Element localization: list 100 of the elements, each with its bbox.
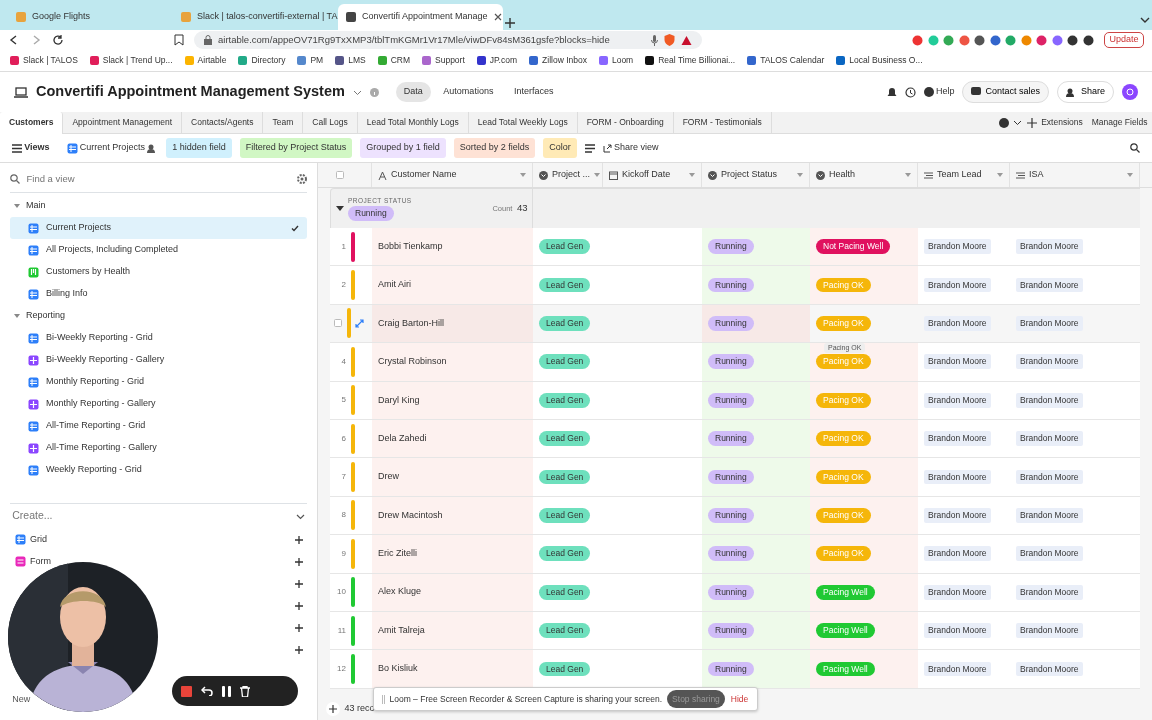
table-tab[interactable]: Contacts/Agents — [182, 111, 264, 134]
bookmark[interactable]: LMS — [335, 54, 366, 67]
extension-icon[interactable] — [974, 34, 986, 46]
settings-icon[interactable] — [297, 174, 307, 185]
customer-name: Drew — [372, 458, 533, 497]
browser-tab[interactable]: Convertifi Appointment Manage — [338, 4, 503, 30]
column-header[interactable]: Project ... — [533, 163, 603, 187]
view-item[interactable]: All Projects, Including Completed — [10, 239, 307, 261]
extension-icon[interactable] — [1082, 34, 1094, 46]
row-height-icon[interactable] — [584, 143, 595, 153]
section-header[interactable]: Reporting — [10, 305, 307, 327]
share-button[interactable]: Share — [1056, 81, 1114, 103]
view-filter-button[interactable]: Filtered by Project Status — [239, 138, 353, 158]
column-header[interactable]: ISA — [1010, 163, 1140, 187]
table-tab[interactable]: Lead Total Monthly Logs — [357, 111, 469, 134]
contact-sales-button[interactable]: Contact sales — [962, 81, 1049, 103]
add-icon[interactable] — [294, 645, 303, 654]
create-view-label[interactable]: Grid — [30, 532, 47, 547]
browser-tab[interactable]: Google Flights — [8, 4, 173, 30]
reload-icon[interactable] — [52, 34, 64, 46]
view-filter-button[interactable]: Sorted by 2 fields — [453, 138, 536, 158]
bookmark[interactable]: Real Time Billionai... — [645, 54, 736, 67]
caret-icon[interactable] — [335, 205, 344, 212]
add-icon[interactable] — [1026, 117, 1037, 128]
view-item[interactable]: Bi-Weekly Reporting - Gallery — [10, 349, 307, 371]
column-header[interactable]: Project Status — [702, 163, 810, 187]
view-filter-button[interactable]: Color — [543, 138, 577, 158]
browser-tab[interactable]: Slack | talos-convertifi-external | TA — [173, 4, 338, 30]
bookmark[interactable]: CRM — [377, 54, 410, 67]
view-item[interactable]: All-Time Reporting - Gallery — [10, 437, 307, 459]
undo-icon[interactable] — [201, 686, 213, 696]
view-filter-button[interactable]: 1 hidden field — [166, 138, 232, 158]
column-header[interactable]: Team Lead — [918, 163, 1010, 187]
view-item[interactable]: Customers by Health — [10, 261, 307, 283]
bookmark[interactable]: Directory — [238, 54, 286, 67]
view-item[interactable]: Weekly Reporting - Grid — [10, 459, 307, 481]
nav-tab[interactable]: Automations — [435, 82, 502, 102]
add-icon[interactable] — [294, 557, 303, 566]
bookmark[interactable]: Support — [422, 54, 465, 67]
toolbar-link[interactable]: Extensions — [1036, 116, 1088, 129]
view-switcher[interactable]: Current Projects — [66, 141, 159, 155]
stop-icon[interactable] — [181, 685, 192, 697]
table-tab[interactable]: Call Logs — [303, 111, 358, 134]
toolbar-link[interactable]: Manage Fields — [1087, 116, 1152, 129]
table-tab[interactable]: FORM - Testimonials — [673, 111, 772, 134]
avatar-icon[interactable] — [1122, 84, 1138, 100]
nav-tab[interactable]: Data — [395, 82, 431, 102]
column-header[interactable]: Customer Name — [372, 163, 533, 187]
view-item[interactable]: Monthly Reporting - Gallery — [10, 393, 307, 415]
bookmark[interactable]: Zillow Inbox — [529, 54, 587, 67]
pause-icon[interactable] — [222, 685, 231, 697]
view-item[interactable]: All-Time Reporting - Grid — [10, 415, 307, 437]
address-bar[interactable]: airtable.com/appeOV71Rg9TxXMP3/tblTmKGMr1Vr17Mle/viwDFv84sM361gsfe?blocks=hide — [194, 31, 702, 49]
section-header[interactable]: Main — [10, 195, 307, 217]
hide-button[interactable]: Hide — [729, 691, 750, 707]
column-header[interactable]: Health — [810, 163, 918, 187]
bookmark[interactable]: PM — [297, 54, 324, 67]
tab-favicon-icon — [181, 12, 191, 22]
add-icon[interactable] — [294, 623, 303, 632]
checkbox-icon[interactable] — [334, 319, 342, 328]
bookmark[interactable]: JP.com — [476, 54, 518, 67]
nav-tab[interactable]: Interfaces — [505, 82, 562, 102]
view-item[interactable]: Billing Info — [10, 283, 307, 305]
bookmark[interactable]: Local Business O... — [836, 54, 923, 67]
bookmark[interactable]: Slack | Trend Up... — [89, 54, 173, 67]
table-tab[interactable]: FORM - Onboarding — [577, 111, 674, 134]
table-tab[interactable]: Lead Total Weekly Logs — [468, 111, 578, 134]
view-item[interactable]: Monthly Reporting - Grid — [10, 371, 307, 393]
add-icon[interactable] — [294, 579, 303, 588]
column-header[interactable]: Kickoff Date — [603, 163, 702, 187]
share-view-link[interactable]: Share view — [602, 141, 659, 155]
bookmark-icon[interactable] — [174, 34, 184, 46]
bookmark[interactable]: TALOS Calendar — [747, 54, 825, 67]
close-icon[interactable] — [493, 13, 502, 21]
create-view-label[interactable]: Form — [30, 554, 51, 569]
bookmark[interactable]: Slack | TALOS — [10, 54, 78, 67]
checkbox-icon[interactable] — [336, 171, 344, 179]
trash-icon[interactable] — [240, 685, 250, 697]
view-item[interactable]: Current Projects — [10, 217, 307, 239]
history-icon[interactable] — [904, 86, 916, 98]
search-icon[interactable] — [1130, 143, 1140, 153]
bookmark[interactable]: Loom — [598, 54, 634, 67]
expand-icon[interactable] — [355, 318, 364, 328]
bookmark[interactable]: Airtable — [184, 54, 227, 67]
table-tab[interactable]: Appointment Management — [63, 111, 183, 134]
add-icon[interactable] — [294, 601, 303, 610]
new-tab-icon[interactable] — [503, 16, 517, 30]
table-tab[interactable]: Team — [263, 111, 304, 134]
extension-icon[interactable] — [1067, 34, 1079, 46]
bell-icon[interactable] — [886, 86, 897, 98]
view-filter-button[interactable]: Grouped by 1 field — [360, 138, 446, 158]
help-link[interactable]: Help — [923, 85, 955, 99]
table-tab[interactable]: Customers — [0, 111, 64, 134]
chevron-down-icon[interactable] — [1013, 118, 1023, 128]
view-item[interactable]: Bi-Weekly Reporting - Grid — [10, 327, 307, 349]
update-button[interactable]: Update — [1103, 32, 1144, 48]
extension-icon[interactable] — [989, 34, 1001, 46]
add-icon[interactable] — [294, 535, 303, 544]
views-button[interactable]: Views — [12, 141, 50, 155]
health-tag: Not Pacing Well — [816, 239, 891, 255]
